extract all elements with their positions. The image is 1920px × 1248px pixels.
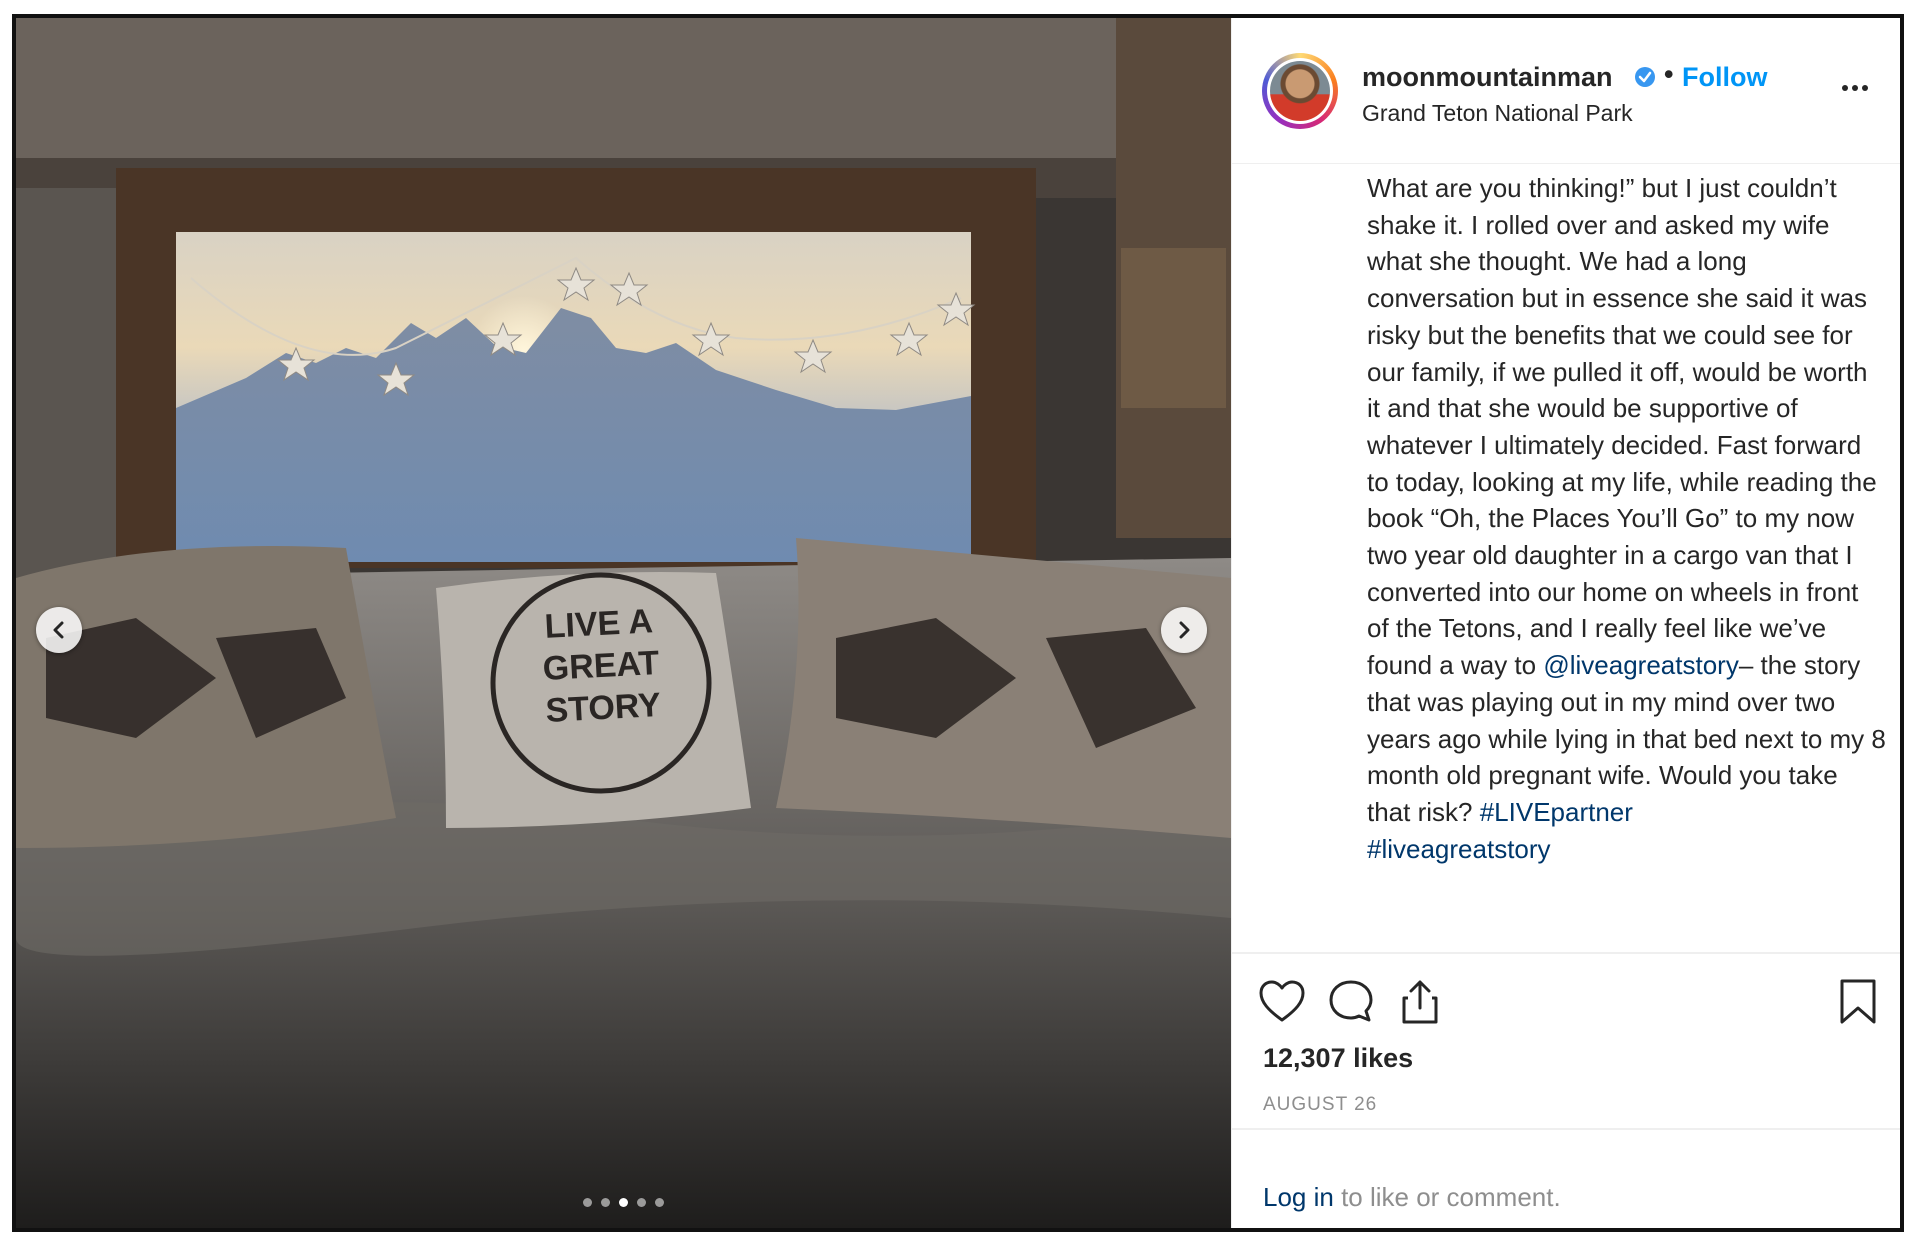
avatar[interactable] bbox=[1262, 53, 1338, 129]
avatar-inner bbox=[1267, 58, 1333, 124]
more-options-icon[interactable] bbox=[1842, 78, 1878, 98]
chevron-right-icon bbox=[1179, 621, 1190, 639]
carousel-indicator bbox=[16, 1198, 1231, 1207]
caption-text-1: What are you thinking!” but I just could… bbox=[1367, 173, 1877, 681]
avatar-image bbox=[1270, 61, 1330, 121]
post-photo[interactable]: LIVE A GREAT STORY bbox=[16, 18, 1231, 1228]
username-link[interactable]: moonmountainman bbox=[1362, 62, 1613, 93]
actions-divider bbox=[1232, 952, 1900, 954]
previous-photo-button[interactable] bbox=[36, 607, 82, 653]
hashtag-link[interactable]: #liveagreatstory bbox=[1367, 834, 1551, 864]
carousel-dot bbox=[655, 1198, 664, 1207]
carousel-dot bbox=[583, 1198, 592, 1207]
location-link[interactable]: Grand Teton National Park bbox=[1362, 100, 1633, 127]
share-icon[interactable] bbox=[1394, 976, 1446, 1028]
post-frame: LIVE A GREAT STORY moonmountainman • Fol… bbox=[12, 14, 1904, 1232]
carousel-dot bbox=[619, 1198, 628, 1207]
pillow-text: LIVE A GREAT STORY bbox=[498, 598, 704, 734]
likes-count[interactable]: 12,307 likes bbox=[1263, 1043, 1413, 1074]
carousel-dot bbox=[601, 1198, 610, 1207]
separator-dot: • bbox=[1664, 59, 1674, 89]
post-side-panel: moonmountainman • Follow Grand Teton Nat… bbox=[1231, 18, 1900, 1228]
next-photo-button[interactable] bbox=[1161, 607, 1207, 653]
login-prompt: Log in to like or comment. bbox=[1263, 1182, 1561, 1213]
heart-icon[interactable] bbox=[1256, 976, 1308, 1028]
bookmark-icon[interactable] bbox=[1832, 976, 1884, 1028]
comment-icon[interactable] bbox=[1325, 976, 1377, 1028]
mention-link[interactable]: @liveagreatstory bbox=[1543, 650, 1738, 680]
post-header: moonmountainman • Follow Grand Teton Nat… bbox=[1232, 18, 1900, 164]
follow-button[interactable]: Follow bbox=[1682, 62, 1767, 93]
login-link[interactable]: Log in bbox=[1263, 1182, 1334, 1212]
post-date: AUGUST 26 bbox=[1263, 1094, 1378, 1115]
verified-badge-icon bbox=[1635, 67, 1655, 87]
comment-divider bbox=[1232, 1128, 1900, 1130]
login-suffix: to like or comment. bbox=[1333, 1182, 1561, 1212]
post-caption: What are you thinking!” but I just could… bbox=[1367, 170, 1887, 867]
hashtag-link[interactable]: #LIVEpartner bbox=[1480, 797, 1633, 827]
chevron-left-icon bbox=[53, 621, 64, 639]
carousel-dot bbox=[637, 1198, 646, 1207]
